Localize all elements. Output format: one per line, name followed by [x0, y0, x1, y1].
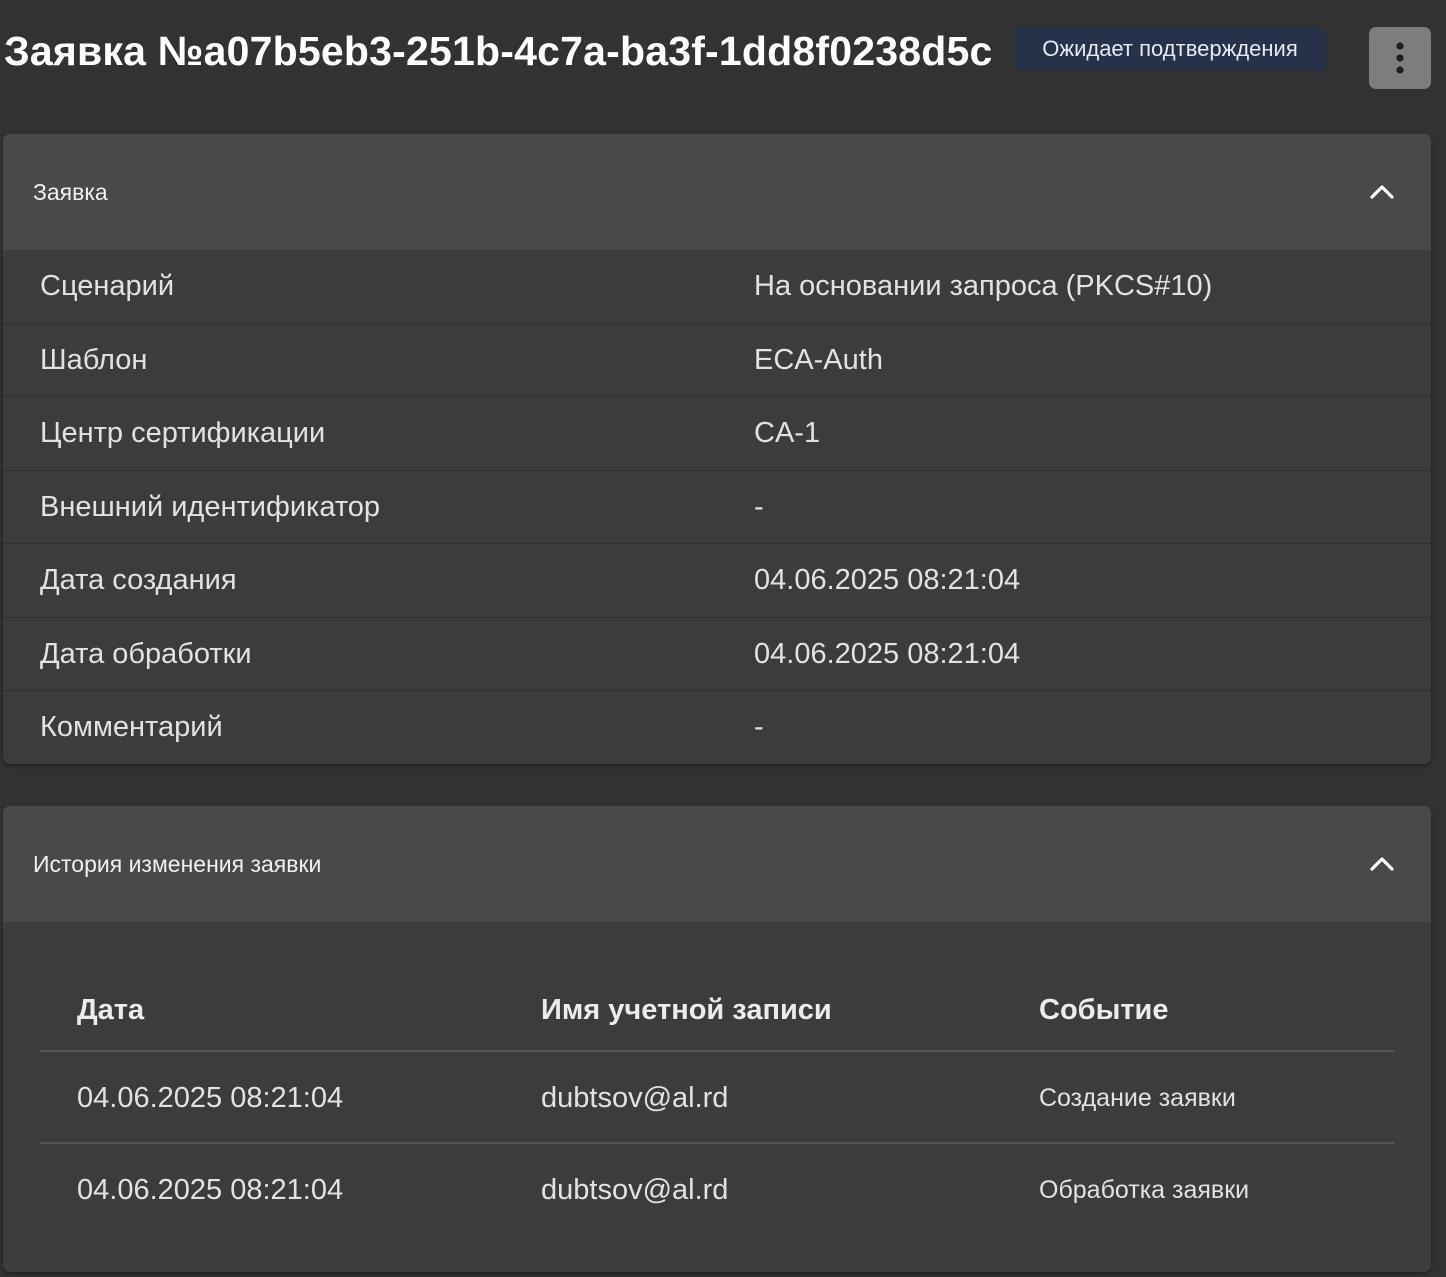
- cell-date: 04.06.2025 08:21:04: [77, 1174, 344, 1206]
- cell-date: 04.06.2025 08:21:04: [77, 1082, 344, 1114]
- more-actions-button[interactable]: [1369, 27, 1431, 89]
- detail-value: 04.06.2025 08:21:04: [754, 637, 1021, 670]
- detail-value: CA-1: [754, 417, 821, 449]
- history-panel-title: История изменения заявки: [33, 851, 322, 877]
- cell-event: Создание заявки: [1039, 1084, 1236, 1112]
- table-row: 04.06.2025 08:21:04 dubtsov@al.rd Обрабо…: [40, 1144, 1394, 1236]
- status-badge: Ожидает подтверждения: [1014, 28, 1326, 70]
- detail-value: -: [754, 711, 764, 743]
- detail-value: На основании запроса (PKCS#10): [754, 270, 1213, 302]
- detail-label: Комментарий: [40, 711, 223, 743]
- column-header-date[interactable]: Дата: [77, 968, 144, 1052]
- cell-event: Обработка заявки: [1039, 1176, 1250, 1204]
- cell-account: dubtsov@al.rd: [541, 1174, 729, 1206]
- detail-row-external-id: Внешний идентификатор -: [3, 471, 1431, 544]
- detail-value: ECA-Auth: [754, 343, 883, 376]
- detail-row-scenario: Сценарий На основании запроса (PKCS#10): [3, 250, 1431, 324]
- detail-label: Дата обработки: [40, 637, 252, 670]
- history-table: Дата Имя учетной записи Событие 04.06.20…: [40, 968, 1394, 1236]
- detail-value: 04.06.2025 08:21:04: [754, 564, 1021, 596]
- history-panel-header[interactable]: История изменения заявки: [3, 806, 1431, 922]
- request-history-panel: История изменения заявки Дата Имя учетно…: [3, 806, 1431, 1272]
- more-vert-icon: [1396, 42, 1404, 74]
- details-list: Сценарий На основании запроса (PKCS#10) …: [3, 250, 1431, 764]
- detail-label: Сценарий: [40, 270, 175, 302]
- detail-row-comment: Комментарий -: [3, 691, 1431, 764]
- history-body: Дата Имя учетной записи Событие 04.06.20…: [3, 922, 1431, 1272]
- request-panel-header[interactable]: Заявка: [3, 134, 1431, 250]
- detail-row-created: Дата создания 04.06.2025 08:21:04: [3, 544, 1431, 618]
- detail-label: Центр сертификации: [40, 417, 326, 449]
- detail-row-template: Шаблон ECA-Auth: [3, 324, 1431, 397]
- detail-label: Внешний идентификатор: [40, 490, 381, 523]
- detail-label: Дата создания: [40, 564, 237, 596]
- detail-row-processed: Дата обработки 04.06.2025 08:21:04: [3, 618, 1431, 691]
- table-row: 04.06.2025 08:21:04 dubtsov@al.rd Создан…: [40, 1052, 1394, 1144]
- request-details-page: Заявка №a07b5eb3-251b-4c7a-ba3f-1dd8f023…: [0, 0, 1446, 1277]
- page-title: Заявка №a07b5eb3-251b-4c7a-ba3f-1dd8f023…: [4, 28, 993, 74]
- chevron-up-icon[interactable]: [1369, 180, 1395, 204]
- detail-value: -: [754, 490, 764, 523]
- column-header-account[interactable]: Имя учетной записи: [541, 968, 832, 1052]
- detail-label: Шаблон: [40, 343, 148, 376]
- table-header-row: Дата Имя учетной записи Событие: [40, 968, 1394, 1052]
- request-details-panel: Заявка Сценарий На основании запроса (PK…: [3, 134, 1431, 764]
- cell-account: dubtsov@al.rd: [541, 1082, 729, 1114]
- detail-row-ca: Центр сертификации CA-1: [3, 397, 1431, 471]
- request-panel-title: Заявка: [33, 179, 108, 205]
- chevron-up-icon[interactable]: [1369, 852, 1395, 876]
- page-header: Заявка №a07b5eb3-251b-4c7a-ba3f-1dd8f023…: [0, 0, 1446, 110]
- column-header-event[interactable]: Событие: [1039, 968, 1169, 1052]
